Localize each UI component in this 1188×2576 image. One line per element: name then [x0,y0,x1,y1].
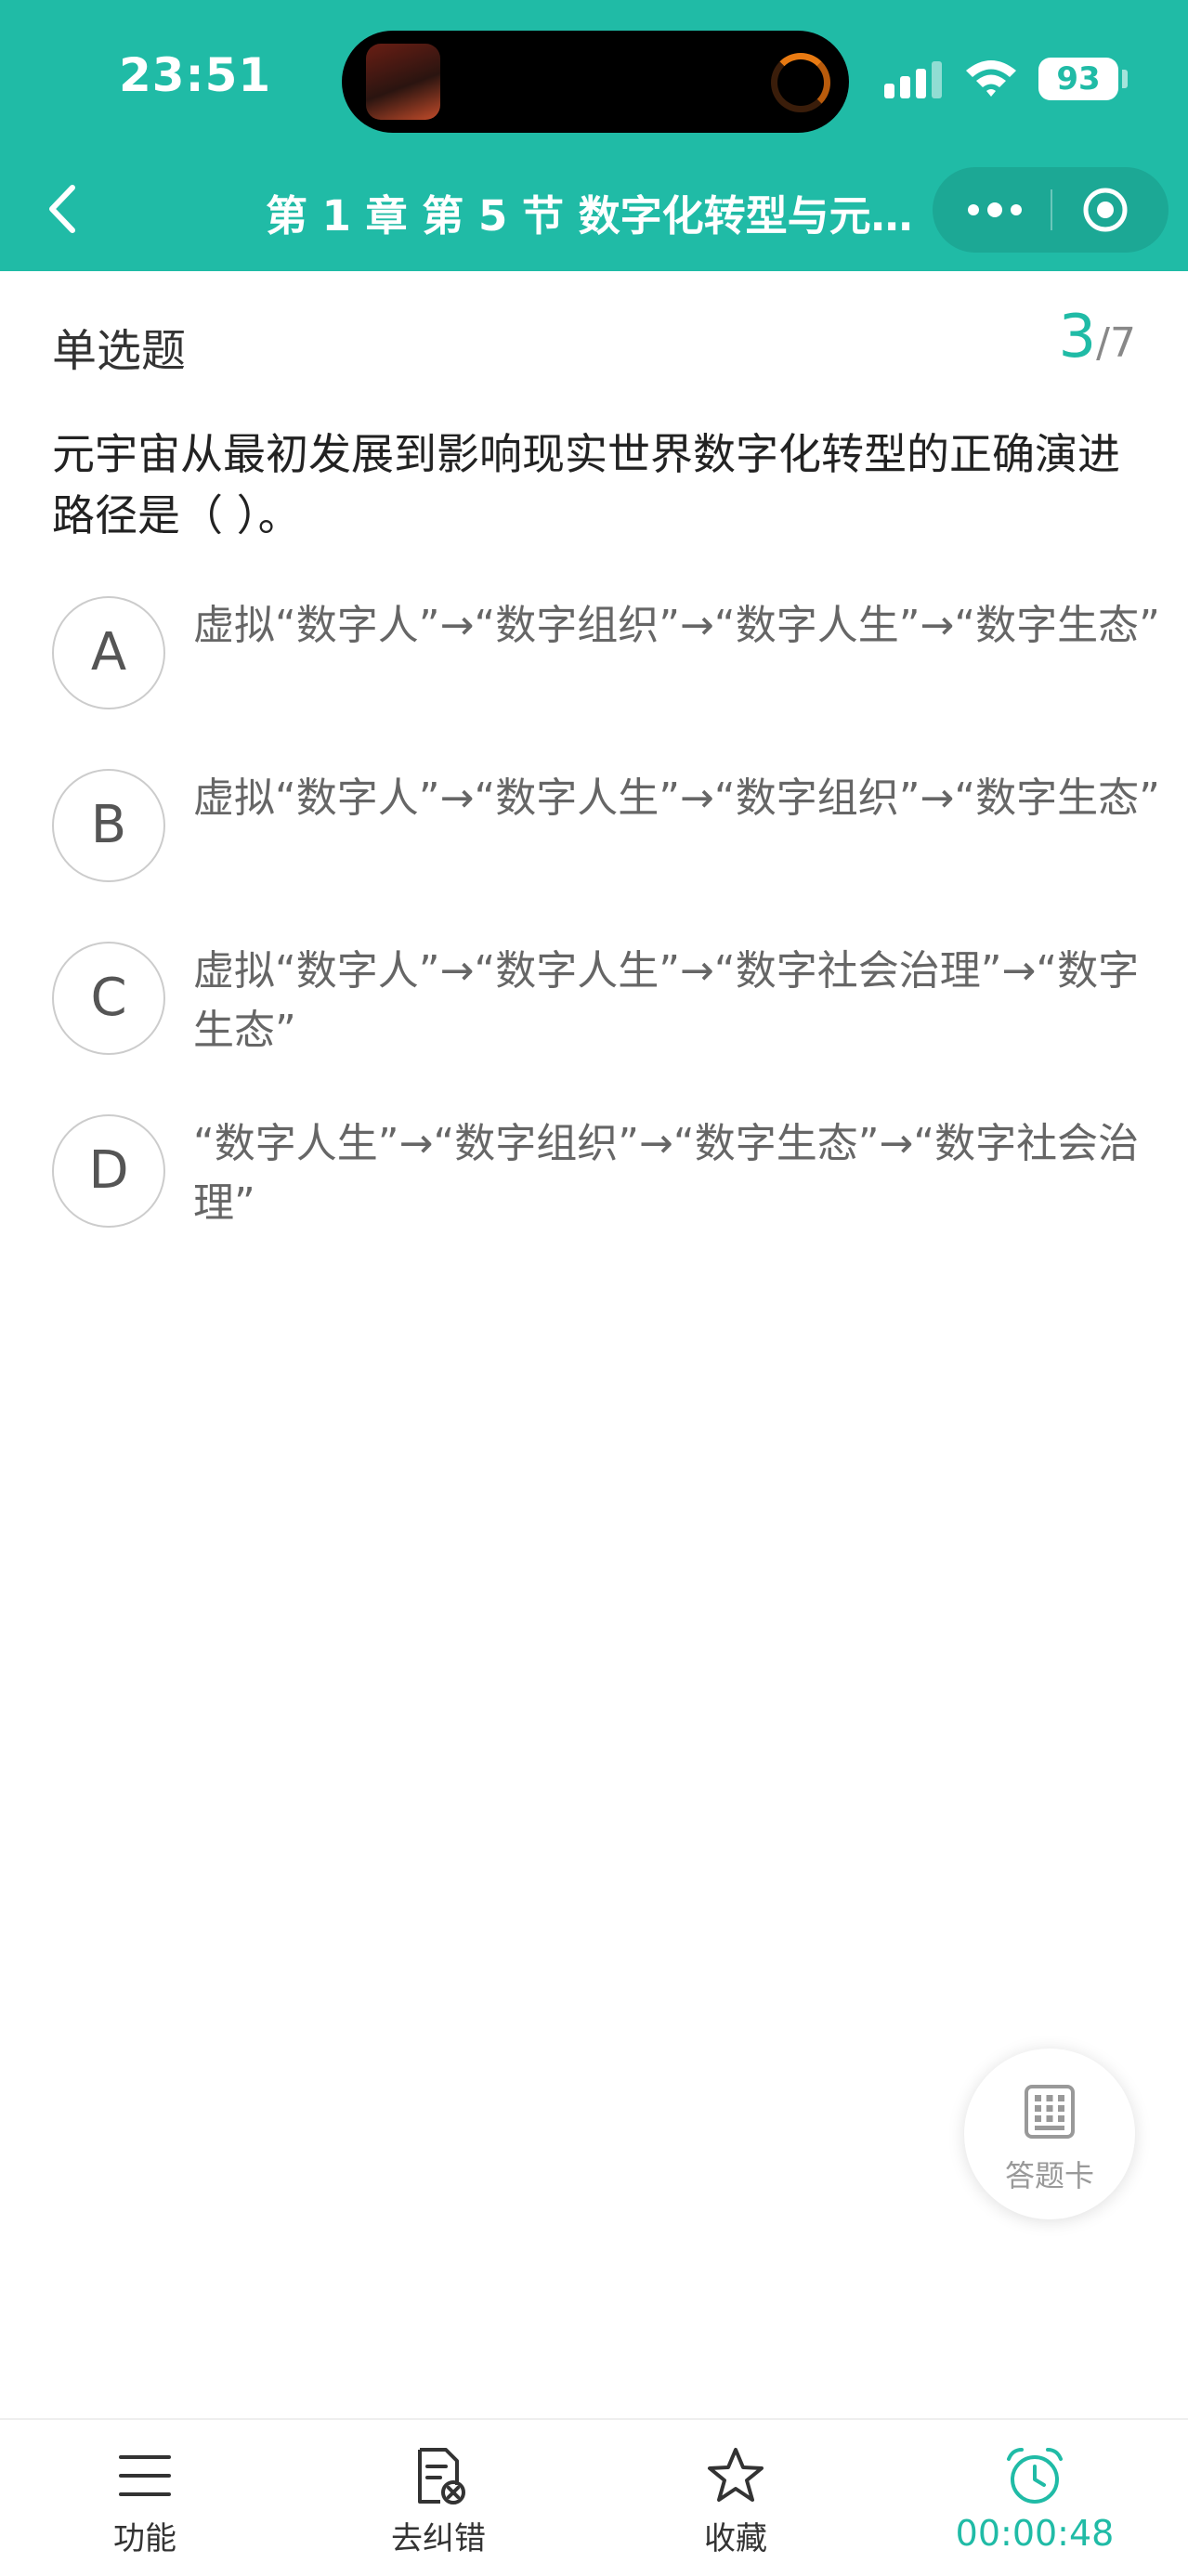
app-header: 23:51 93 第 1 章 第 5 节 数字化转型与元宇宙 [0,0,1188,271]
answer-card-label: 答题卡 [1004,2158,1094,2193]
alarm-clock-icon [1007,2448,1063,2504]
menu-icon [119,2455,171,2496]
favorite-button[interactable]: 收藏 [624,2446,847,2567]
option-a[interactable]: A 虚拟“数字人”→“数字组织”→“数字人生”→“数字生态” [52,596,1160,726]
option-d[interactable]: D “数字人生”→“数字组织”→“数字生态”→“数字社会治理” [52,1114,1148,1244]
status-time: 23:51 [119,48,272,102]
option-letter: C [52,942,165,1055]
battery-cap [1122,70,1128,88]
option-letter: B [52,769,165,882]
option-text: “数字人生”→“数字组织”→“数字生态”→“数字社会治理” [193,1120,1140,1227]
timer: 00:00:48 [923,2446,1146,2567]
mini-program-capsule [933,167,1168,253]
keypad-icon [1025,2085,1075,2139]
battery-indicator: 93 [1038,58,1118,100]
report-error-icon [418,2448,465,2504]
favorite-label: 收藏 [704,2520,767,2557]
star-icon [708,2448,764,2502]
answer-card-button[interactable]: 答题卡 [964,2049,1135,2219]
option-letter: A [52,596,165,709]
wifi-icon [966,60,1016,97]
question-progress: 3/7 [1058,303,1136,371]
cellular-signal-icon [884,61,942,98]
progress-separator: / [1096,319,1110,367]
option-text: 虚拟“数字人”→“数字人生”→“数字组织”→“数字生态” [193,774,1160,822]
menu-button[interactable]: 功能 [33,2446,256,2567]
option-letter: D [52,1114,165,1228]
question-stem: 元宇宙从最初发展到影响现实世界数字化转型的正确演进路径是（ ）。 [52,429,1120,540]
current-question-number: 3 [1058,303,1097,371]
target-close-icon[interactable] [1081,186,1129,234]
menu-label: 功能 [113,2520,176,2557]
page-title: 第 1 章 第 5 节 数字化转型与元宇宙 [266,191,925,241]
option-text: 虚拟“数字人”→“数字组织”→“数字人生”→“数字生态” [193,602,1160,649]
option-b[interactable]: B 虚拟“数字人”→“数字人生”→“数字组织”→“数字生态” [52,769,1160,899]
capsule-divider [1051,189,1052,230]
dynamic-island [342,31,849,133]
quiz-page: 23:51 93 第 1 章 第 5 节 数字化转型与元宇宙 单选题 3/7 元… [0,0,1188,2576]
option-c[interactable]: C 虚拟“数字人”→“数字人生”→“数字社会治理”→“数字生态” [52,942,1148,1072]
bottom-toolbar: 功能 去纠错 收藏 00:00:48 [0,2418,1188,2576]
report-error-label: 去纠错 [391,2520,486,2557]
report-error-button[interactable]: 去纠错 [327,2446,550,2567]
activity-ring-icon [771,53,830,112]
back-arrow-icon[interactable] [37,176,93,241]
option-text: 虚拟“数字人”→“数字人生”→“数字社会治理”→“数字生态” [193,947,1140,1054]
timer-value: 00:00:48 [955,2513,1115,2554]
now-playing-thumbnail [366,44,440,120]
total-question-count: 7 [1110,319,1136,367]
question-type-label: 单选题 [52,325,187,377]
more-dots-icon[interactable] [960,188,1029,232]
